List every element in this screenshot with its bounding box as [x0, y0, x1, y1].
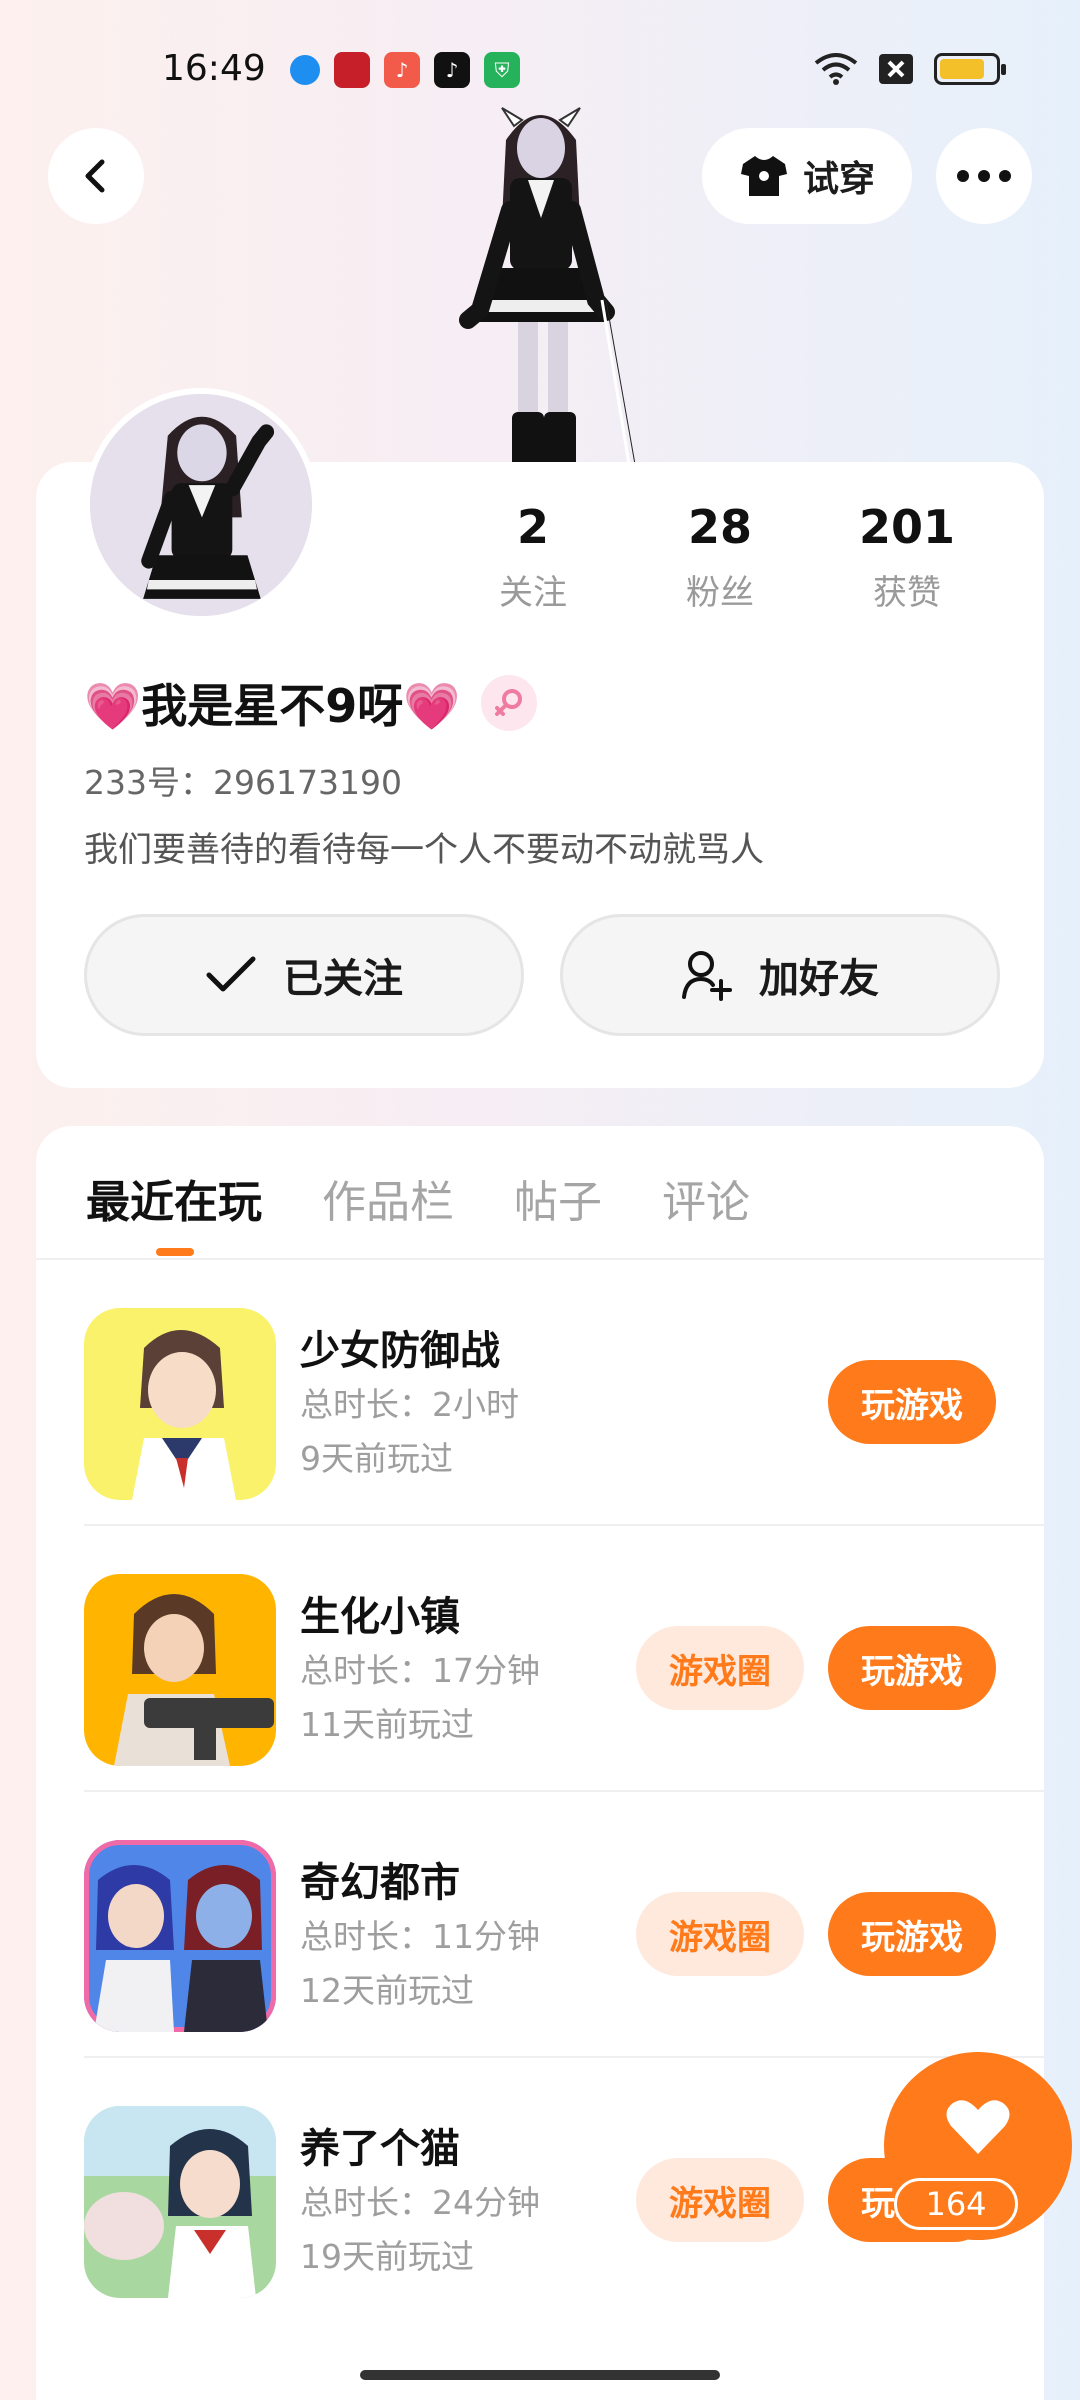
- list-item[interactable]: 奇幻都市 总时长：11分钟 12天前玩过 游戏圈 玩游戏: [84, 1792, 1044, 2058]
- stat-label: 关注: [499, 573, 567, 614]
- nickname: 💗我是星不9呀💗: [84, 679, 461, 733]
- game-duration: 总时长：11分钟: [300, 1917, 540, 1956]
- stat-value: 2: [516, 500, 549, 554]
- game-duration: 总时长：24分钟: [300, 2183, 540, 2222]
- status-time: 16:49: [162, 48, 266, 89]
- stat-following[interactable]: 2 关注: [440, 500, 626, 614]
- stat-followers[interactable]: 28 粉丝: [627, 500, 813, 614]
- stat-label: 获赞: [873, 573, 941, 614]
- list-item[interactable]: 少女防御战 总时长：2小时 9天前玩过 玩游戏: [84, 1260, 1044, 1526]
- add-friend-label: 加好友: [759, 956, 879, 1002]
- profile-stats: 2 关注 28 粉丝 201 获赞: [440, 500, 1000, 614]
- avatar[interactable]: [84, 388, 318, 622]
- game-circle-button[interactable]: 游戏圈: [636, 2158, 804, 2242]
- wifi-icon: [814, 53, 858, 85]
- recent-games-card: 最近在玩 作品栏 帖子 评论 少女防御战 总时长：2小时 9天前玩过 玩游戏 生…: [36, 1126, 1044, 2400]
- tab-works[interactable]: 作品栏: [322, 1166, 454, 1230]
- notification-icons: ♪ ♪ ⛨: [290, 52, 520, 88]
- tiktok-app-icon: ♪: [434, 52, 470, 88]
- user-id: 233号：296173190: [84, 763, 402, 802]
- tshirt-icon: [740, 156, 787, 196]
- checkmark-icon: [206, 956, 256, 992]
- back-button[interactable]: [48, 128, 144, 224]
- game-duration: 总时长：17分钟: [300, 1651, 540, 1690]
- tab-posts[interactable]: 帖子: [514, 1166, 602, 1230]
- stat-label: 粉丝: [686, 573, 754, 614]
- stat-value: 201: [858, 500, 956, 554]
- followed-button[interactable]: 已关注: [84, 914, 524, 1036]
- add-friend-button[interactable]: 加好友: [560, 914, 1000, 1036]
- nickname-row: 💗我是星不9呀💗: [84, 670, 537, 736]
- heart-icon: [946, 2100, 1010, 2154]
- music-app-icon: ♪: [384, 52, 420, 88]
- followed-label: 已关注: [283, 956, 403, 1002]
- status-right: [814, 52, 1006, 86]
- game-name: 养了个猫: [300, 2126, 460, 2172]
- game-thumbnail[interactable]: [84, 1574, 276, 1766]
- news-app-icon: [334, 52, 370, 88]
- game-duration: 总时长：2小时: [300, 1385, 519, 1424]
- chevron-left-icon: [85, 159, 105, 193]
- female-gender-icon: [480, 675, 537, 731]
- tab-comments[interactable]: 评论: [662, 1166, 750, 1230]
- stat-value: 28: [687, 500, 752, 554]
- game-thumbnail[interactable]: [84, 1308, 276, 1500]
- add-user-icon: [682, 951, 732, 1001]
- game-thumbnail[interactable]: [84, 2106, 276, 2298]
- more-button[interactable]: [936, 128, 1032, 224]
- home-indicator[interactable]: [360, 2370, 720, 2380]
- bio: 我们要善待的看待每一个人不要动不动就骂人: [84, 830, 764, 870]
- game-last-played: 19天前玩过: [300, 2237, 474, 2276]
- security-app-icon: ⛨: [484, 52, 520, 88]
- avatar-3d-figure[interactable]: [430, 100, 650, 470]
- game-name: 少女防御战: [300, 1328, 500, 1374]
- game-circle-button[interactable]: 游戏圈: [636, 1626, 804, 1710]
- game-thumbnail[interactable]: [84, 1840, 276, 2032]
- more-dots-icon: [957, 170, 1011, 182]
- game-last-played: 11天前玩过: [300, 1705, 474, 1744]
- profile-actions: 已关注 加好友: [84, 914, 1000, 1036]
- avatar-image: [90, 394, 312, 616]
- active-tab-indicator: [156, 1248, 194, 1256]
- try-on-button[interactable]: 试穿: [702, 128, 912, 224]
- stat-likes[interactable]: 201 获赞: [814, 500, 1000, 614]
- play-game-button[interactable]: 玩游戏: [828, 1892, 996, 1976]
- no-sim-icon: [879, 54, 913, 84]
- game-name: 生化小镇: [300, 1594, 460, 1640]
- game-last-played: 9天前玩过: [300, 1439, 453, 1478]
- profile-tabs: 最近在玩 作品栏 帖子 评论: [86, 1166, 750, 1230]
- play-game-button[interactable]: 玩游戏: [828, 1626, 996, 1710]
- play-game-button[interactable]: 玩游戏: [828, 1360, 996, 1444]
- messenger-app-icon: [290, 55, 320, 85]
- game-last-played: 12天前玩过: [300, 1971, 474, 2010]
- battery-icon: [934, 53, 1006, 85]
- try-on-label: 试穿: [802, 159, 875, 200]
- game-name: 奇幻都市: [300, 1860, 460, 1906]
- list-item[interactable]: 生化小镇 总时长：17分钟 11天前玩过 游戏圈 玩游戏: [84, 1526, 1044, 1792]
- game-circle-button[interactable]: 游戏圈: [636, 1892, 804, 1976]
- like-count: 164: [894, 2178, 1018, 2230]
- tab-recently-played[interactable]: 最近在玩: [86, 1166, 262, 1230]
